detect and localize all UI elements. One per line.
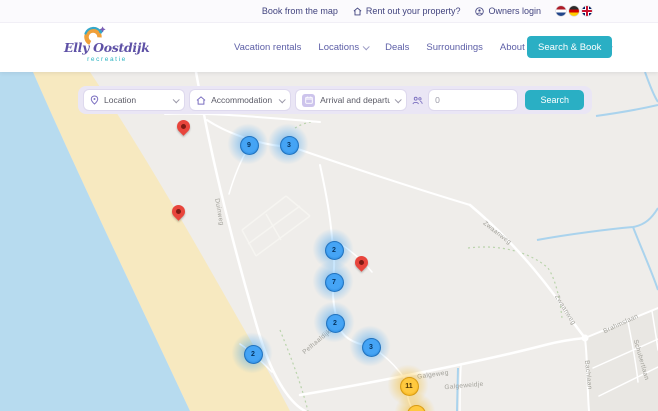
owners-login-label: Owners login [488, 6, 541, 16]
en-flag-icon[interactable] [582, 6, 592, 16]
street-label: Galgeweg [416, 369, 450, 381]
map-cluster-marker[interactable]: 9 [239, 135, 259, 155]
location-select[interactable]: Location [84, 90, 185, 110]
map-cluster-marker[interactable]: 3 [279, 135, 299, 155]
language-switcher [556, 6, 592, 16]
map-cluster-marker[interactable]: 2 [243, 344, 263, 364]
street-label: Schubertlaan [631, 338, 651, 382]
dates-select[interactable]: Arrival and departure [296, 90, 407, 110]
nav-item-vacation-rentals[interactable]: Vacation rentals [234, 42, 301, 53]
nav-item-label: Deals [385, 41, 410, 53]
map-cluster-marker[interactable]: 2 [324, 240, 344, 260]
search-bar: Location Accommodation type Arrival and … [78, 86, 592, 114]
chevron-down-icon [172, 95, 180, 103]
accommodation-type-label: Accommodation type [211, 95, 274, 105]
street-label: Zwaanweg [481, 219, 513, 247]
calendar-icon [302, 93, 316, 107]
map-cluster-marker[interactable]: 11 [399, 376, 419, 396]
search-button[interactable]: Search [525, 90, 584, 110]
street-label: Zwaanweg [553, 293, 577, 327]
book-from-map-link[interactable]: Book from the map [262, 6, 338, 16]
accommodation-type-select[interactable]: Accommodation type [190, 90, 291, 110]
topbar: Book from the map Rent out your property… [0, 0, 658, 23]
page: Book from the map Rent out your property… [0, 0, 658, 411]
nl-flag-icon[interactable] [556, 6, 566, 16]
main-header: Elly Oostdijk recreatie Vacation rentals… [0, 22, 658, 72]
nav-item-label: Locations [318, 41, 360, 53]
home-icon [353, 6, 362, 16]
map-pin-marker[interactable] [351, 253, 371, 272]
nav-item-label: Surroundings [426, 41, 483, 53]
logo[interactable]: Elly Oostdijk recreatie [64, 25, 150, 63]
de-flag-icon[interactable] [569, 6, 579, 16]
search-book-button[interactable]: Search & Book [527, 36, 613, 58]
map-cluster-marker[interactable]: 2 [325, 313, 345, 333]
street-label: Galgeweidje [444, 380, 484, 392]
nav-item-label: Vacation rentals [234, 41, 302, 53]
rent-out-link[interactable]: Rent out your property? [353, 6, 461, 16]
nav-item-locations[interactable]: Locations [318, 41, 370, 53]
map-cluster-marker[interactable]: 3 [361, 337, 381, 357]
logo-swirl-icon [84, 26, 106, 46]
guests-input[interactable]: 0 [429, 90, 518, 110]
street-label: Bachlaan [582, 359, 594, 391]
chevron-down-icon [394, 95, 402, 103]
map[interactable]: Duinweg Zwaanweg Zwaanweg Galgeweg Galgeweid… [0, 72, 658, 411]
map-cluster-marker[interactable]: 7 [324, 272, 344, 292]
street-label: Duinweg [213, 197, 225, 227]
logo-subtext: recreatie [87, 56, 127, 63]
owners-login-link[interactable]: Owners login [475, 6, 541, 16]
dates-label: Arrival and departure [320, 95, 391, 105]
map-pin-marker[interactable] [168, 202, 188, 221]
street-label: Brahmslaan [602, 312, 640, 336]
chevron-down-icon [278, 95, 286, 103]
home-icon [196, 95, 206, 105]
street-label: Pelhaaldijk [301, 328, 333, 356]
book-from-map-label: Book from the map [261, 6, 338, 16]
nav-item-surroundings[interactable]: Surroundings [426, 42, 483, 53]
location-label: Location [104, 95, 137, 105]
logo-text: Elly Oostdijk [64, 40, 150, 55]
chevron-down-icon [362, 42, 370, 50]
map-cluster-marker[interactable] [406, 404, 426, 411]
rent-out-label: Rent out your property? [365, 6, 461, 16]
guests-value: 0 [435, 95, 440, 105]
map-markers: Duinweg Zwaanweg Zwaanweg Galgeweg Galgeweid… [0, 72, 658, 411]
location-pin-icon [90, 95, 99, 105]
person-icon [475, 6, 485, 16]
guests-icon [412, 96, 423, 105]
nav-item-deals[interactable]: Deals [385, 42, 409, 53]
map-pin-marker[interactable] [173, 117, 193, 136]
